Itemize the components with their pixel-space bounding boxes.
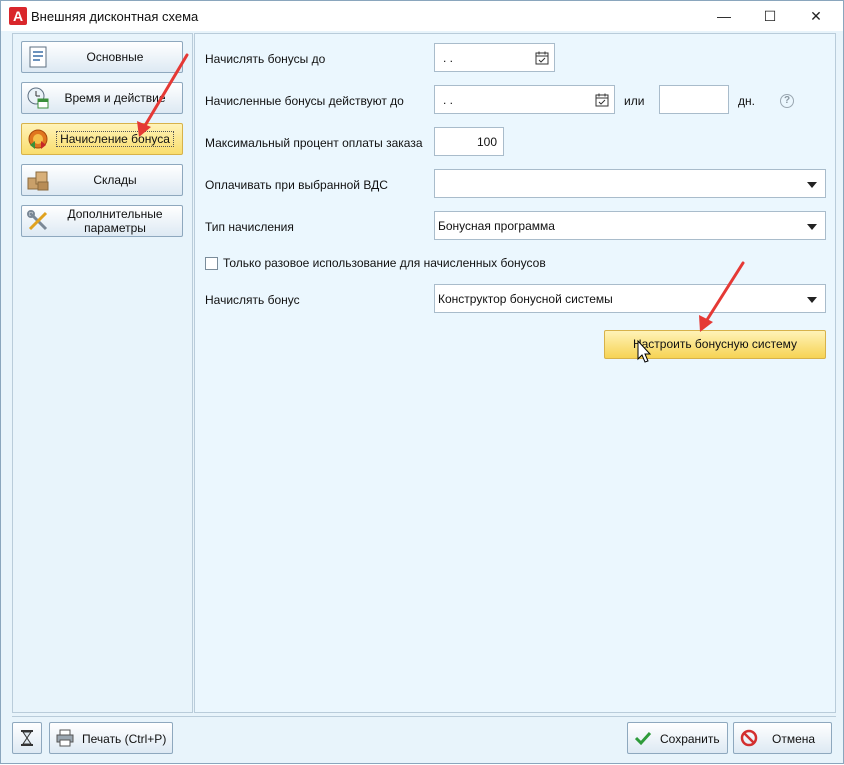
save-button[interactable]: Сохранить <box>627 722 728 754</box>
accrual-type-value: Бонусная программа <box>438 219 555 233</box>
window-title: Внешняя дисконтная схема <box>31 9 199 24</box>
app-logo-icon: A <box>9 7 27 25</box>
printer-icon <box>56 729 74 747</box>
pay-vds-label: Оплачивать при выбранной ВДС <box>205 178 388 192</box>
calendar-icon[interactable] <box>535 51 549 65</box>
sidebar-item-label: Время и действие <box>64 91 166 105</box>
accrue-until-value: . . <box>443 51 454 65</box>
sidebar-item-label: Основные <box>86 50 144 64</box>
valid-until-label: Начисленные бонусы действуют до <box>205 94 404 108</box>
pay-vds-select[interactable] <box>434 169 826 198</box>
checkmark-icon <box>634 731 652 746</box>
accrue-bonus-select[interactable]: Конструктор бонусной системы <box>434 284 826 313</box>
help-icon[interactable]: ? <box>780 94 794 108</box>
main-panel: Начислять бонусы до . . Начисленные бону… <box>194 33 836 713</box>
footer-divider <box>12 716 836 717</box>
sidebar-item-warehouses[interactable]: Склады <box>21 164 183 196</box>
sidebar-item-time-action[interactable]: Время и действие <box>21 82 183 114</box>
accrual-type-label: Тип начисления <box>205 220 294 234</box>
max-percent-label: Максимальный процент оплаты заказа <box>205 136 423 150</box>
calendar-icon[interactable] <box>595 93 609 107</box>
chevron-down-icon <box>807 224 817 230</box>
bonus-badge-icon <box>28 129 48 149</box>
cancel-label: Отмена <box>772 732 816 746</box>
one-time-label[interactable]: Только разовое использование для начисле… <box>223 256 546 270</box>
valid-until-date-field[interactable]: . . <box>434 85 615 114</box>
sidebar-item-label: Начисление бонуса <box>56 131 174 147</box>
chevron-down-icon <box>807 297 817 303</box>
sidebar-item-label: Дополнительные параметры <box>67 207 163 235</box>
cancel-button[interactable]: Отмена <box>733 722 832 754</box>
days-unit-label: дн. <box>738 94 755 108</box>
accrue-until-label: Начислять бонусы до <box>205 52 326 66</box>
max-percent-value: 100 <box>476 135 497 149</box>
document-icon <box>29 46 47 68</box>
one-time-checkbox[interactable] <box>205 257 218 270</box>
accrue-bonus-value: Конструктор бонусной системы <box>438 292 613 306</box>
accrue-until-date-field[interactable]: . . <box>434 43 555 72</box>
days-input[interactable] <box>659 85 729 114</box>
sidebar-item-extra-params[interactable]: Дополнительные параметры <box>21 205 183 237</box>
accrue-bonus-label: Начислять бонус <box>205 293 300 307</box>
sidebar-item-bonus-accrual[interactable]: Начисление бонуса <box>21 123 183 155</box>
boxes-icon <box>27 171 49 191</box>
valid-until-value: . . <box>443 93 454 107</box>
sidebar-item-label: Склады <box>93 173 137 187</box>
sidebar-item-main[interactable]: Основные <box>21 41 183 73</box>
hourglass-icon <box>21 730 33 746</box>
clock-calendar-icon <box>27 87 49 109</box>
print-label: Печать (Ctrl+P) <box>82 732 167 746</box>
configure-bonus-system-button[interactable]: Настроить бонусную систему <box>604 330 826 359</box>
print-button[interactable]: Печать (Ctrl+P) <box>49 722 173 754</box>
cancel-icon <box>740 729 758 747</box>
save-label: Сохранить <box>660 732 720 746</box>
maximize-button[interactable]: ☐ <box>747 1 793 31</box>
close-button[interactable]: ✕ <box>793 1 839 31</box>
sidebar: Основные Время и действие Начисление бон… <box>12 33 193 713</box>
tools-icon <box>27 210 48 231</box>
accrual-type-select[interactable]: Бонусная программа <box>434 211 826 240</box>
max-percent-input[interactable]: 100 <box>434 127 504 156</box>
minimize-button[interactable]: — <box>701 1 747 31</box>
chevron-down-icon <box>807 182 817 188</box>
hourglass-button[interactable] <box>12 722 42 754</box>
dialog-window: A Внешняя дисконтная схема — ☐ ✕ Основны… <box>0 0 844 764</box>
title-bar: A Внешняя дисконтная схема — ☐ ✕ <box>1 1 843 31</box>
or-label: или <box>624 94 645 108</box>
